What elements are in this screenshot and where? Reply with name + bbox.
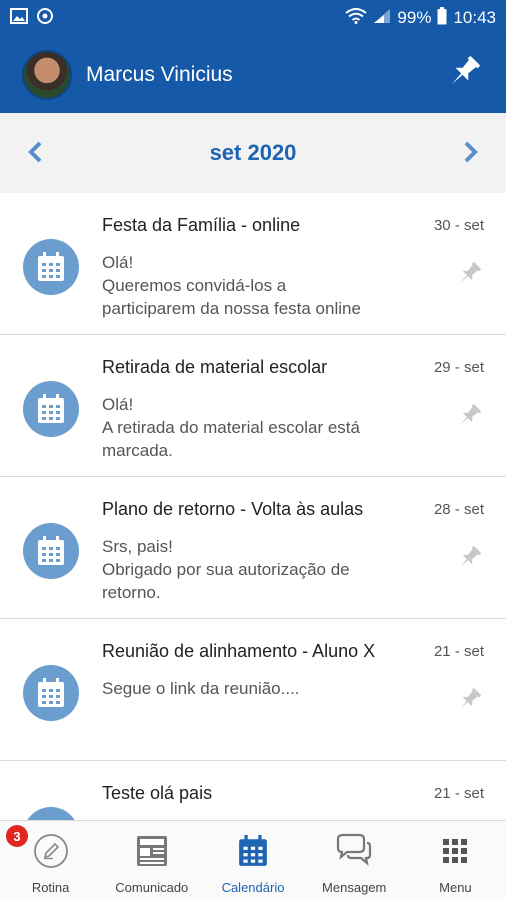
event-item[interactable]: Festa da Família - online 30 - set Olá! …: [0, 193, 506, 335]
nav-rotina[interactable]: 3 Rotina: [0, 821, 101, 900]
calendar-icon: [23, 523, 79, 579]
month-title: set 2020: [209, 140, 297, 165]
nav-label: Menu: [439, 880, 472, 895]
grid-menu-icon: [437, 833, 473, 874]
event-preview: Olá! A retirada do material escolar está…: [102, 395, 360, 460]
event-date: 21 - set: [433, 643, 484, 660]
calendar-icon: [23, 239, 79, 295]
newspaper-icon: [134, 833, 170, 874]
chat-bubbles-icon: [335, 833, 373, 874]
calendar-icon: [23, 381, 79, 437]
event-title: Festa da Família - online: [102, 215, 301, 235]
event-item[interactable]: Teste olá pais 21 - set: [0, 761, 506, 820]
event-title: Retirada de material escolar: [102, 357, 328, 377]
event-preview: Segue o link da reunião....: [102, 679, 300, 698]
event-preview: Olá! Queremos convidá-los a participarem…: [102, 253, 361, 318]
notification-badge: 3: [6, 825, 28, 847]
nav-comunicado[interactable]: Comunicado: [101, 821, 202, 900]
month-navigator: set 2020: [0, 113, 506, 193]
bottom-navigation: 3 Rotina Comunicado Calendário Mensagem …: [0, 820, 506, 900]
battery-percent: 99%: [397, 8, 432, 27]
pin-icon[interactable]: [454, 685, 484, 720]
pin-icon[interactable]: [454, 401, 484, 436]
previous-month-button[interactable]: [20, 137, 50, 167]
nav-menu[interactable]: Menu: [405, 821, 506, 900]
app-header: Marcus Vinicius: [0, 36, 506, 113]
pin-icon[interactable]: [454, 543, 484, 578]
pin-icon[interactable]: [454, 259, 484, 294]
nav-mensagem[interactable]: Mensagem: [304, 821, 405, 900]
signal-icon: [373, 8, 391, 29]
event-preview: Srs, pais! Obrigado por sua autorização …: [102, 537, 350, 602]
status-bar: 99% 10:43: [0, 0, 506, 36]
nav-calendario[interactable]: Calendário: [202, 821, 303, 900]
nav-label: Comunicado: [115, 880, 189, 895]
wifi-icon: [345, 7, 368, 29]
chevron-right-icon: [464, 141, 478, 163]
event-title: Reunião de alinhamento - Aluno X: [102, 641, 376, 661]
calendar-icon: [237, 833, 269, 874]
gallery-icon: [10, 7, 28, 29]
event-title: Teste olá pais: [102, 783, 213, 803]
event-list: Festa da Família - online 30 - set Olá! …: [0, 193, 506, 820]
event-date: 28 - set: [433, 501, 484, 518]
nav-label: Calendário: [221, 880, 285, 895]
avatar[interactable]: [22, 49, 72, 100]
calendar-icon: [23, 807, 79, 820]
calendar-icon: [23, 665, 79, 721]
chevron-left-icon: [28, 141, 42, 163]
event-item[interactable]: Plano de retorno - Volta às aulas 28 - s…: [0, 477, 506, 619]
nav-label: Mensagem: [322, 880, 387, 895]
battery-icon: [437, 6, 447, 30]
event-date: 29 - set: [433, 359, 484, 376]
event-date: 21 - set: [433, 785, 484, 802]
event-date: 30 - set: [433, 217, 484, 234]
event-item[interactable]: Reunião de alinhamento - Aluno X 21 - se…: [0, 619, 506, 761]
next-month-button[interactable]: [456, 137, 486, 167]
clock: 10:43: [453, 8, 496, 27]
event-item[interactable]: Retirada de material escolar 29 - set Ol…: [0, 335, 506, 477]
user-name: Marcus Vinicius: [86, 62, 233, 86]
nav-label: Rotina: [31, 880, 70, 895]
pencil-icon: [33, 833, 69, 874]
event-title: Plano de retorno - Volta às aulas: [102, 499, 364, 519]
pin-icon[interactable]: [444, 52, 484, 97]
sync-icon: [36, 7, 54, 30]
